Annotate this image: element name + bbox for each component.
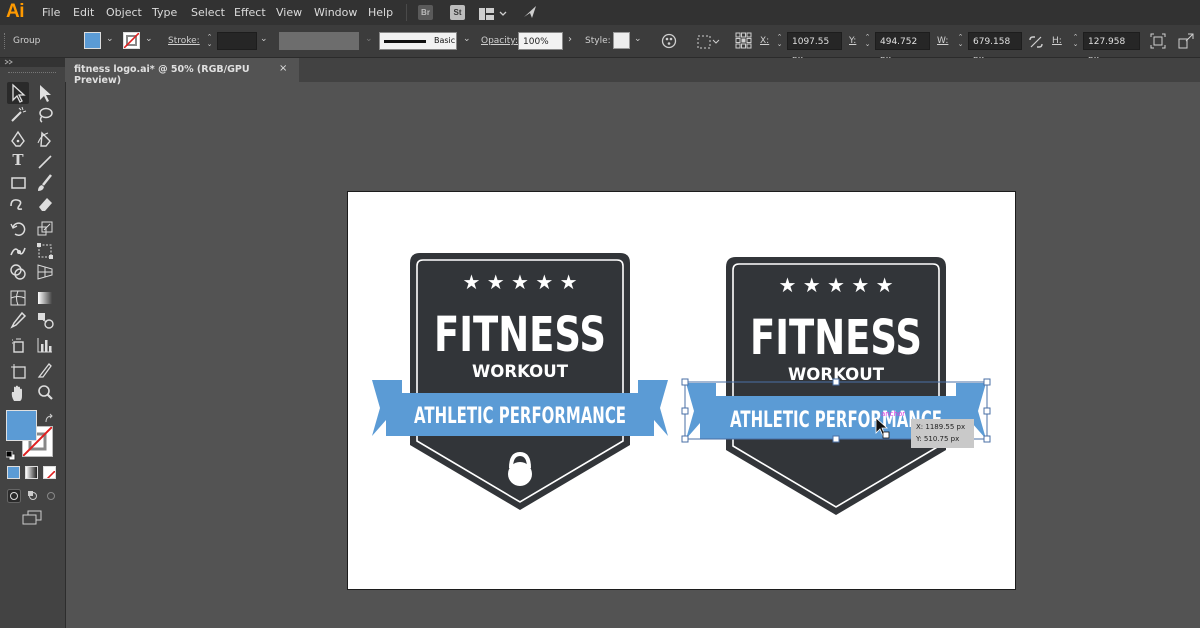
handle-top-center[interactable] — [832, 378, 840, 386]
smart-guide-label: anchor — [881, 410, 905, 418]
fill-color-box[interactable] — [6, 410, 37, 441]
badge-stars-right: ★ ★ ★ ★ ★ — [778, 273, 893, 297]
handle-middle-left[interactable] — [681, 407, 689, 415]
handle-bottom-center[interactable] — [832, 435, 840, 443]
badge-stars-left: ★ ★ ★ ★ ★ — [462, 270, 577, 294]
fitness-badge-left[interactable]: ★ ★ ★ ★ ★ FITNESS WORKOUT ATHLETIC PERFO… — [372, 253, 668, 510]
tooltip-y-value: Y: 510.75 px — [916, 435, 960, 443]
handle-top-right[interactable] — [983, 378, 991, 386]
coordinate-tooltip: X: 1189.55 px Y: 510.75 px — [911, 419, 974, 448]
tooltip-x-value: X: 1189.55 px — [916, 423, 966, 431]
artwork-canvas: ★ ★ ★ ★ ★ FITNESS WORKOUT ATHLETIC PERFO… — [372, 253, 991, 515]
handle-bottom-left[interactable] — [681, 435, 689, 443]
fitness-badge-right[interactable]: ★ ★ ★ ★ ★ FITNESS WORKOUT ATHLETIC PERFO… — [686, 257, 986, 515]
handle-bottom-right[interactable] — [983, 435, 991, 443]
badge-subtitle-left: WORKOUT — [472, 362, 568, 382]
badge-title-left: FITNESS — [434, 307, 606, 363]
handle-top-left[interactable] — [681, 378, 689, 386]
handle-middle-right[interactable] — [983, 407, 991, 415]
badge-title-right: FITNESS — [750, 310, 922, 366]
ribbon-text-left: ATHLETIC PERFORMANCE — [414, 404, 626, 429]
